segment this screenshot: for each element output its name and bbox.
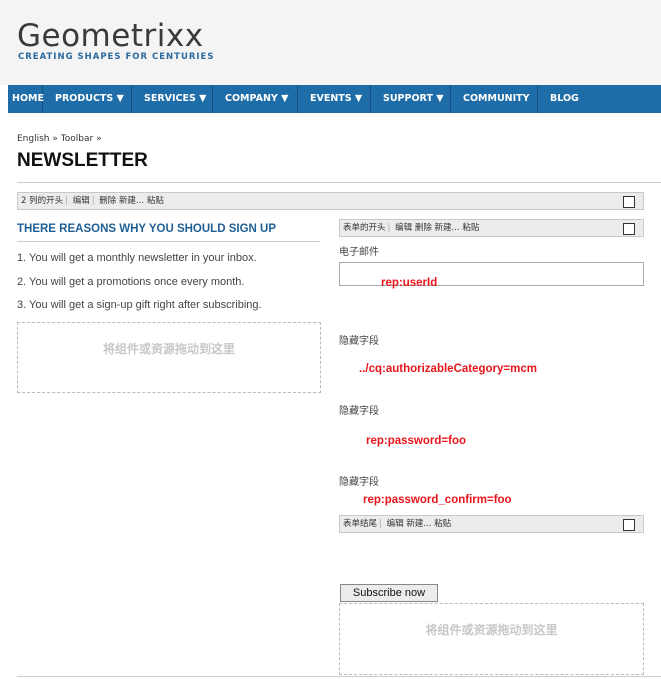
subscribe-button[interactable]: Subscribe now <box>340 584 438 602</box>
page-title: NEWSLETTER <box>17 150 148 171</box>
new-button[interactable]: 新建... <box>406 519 431 529</box>
site-logo[interactable]: Geometrixx <box>17 18 204 54</box>
reason-item: 3. You will get a sign-up gift right aft… <box>17 299 262 311</box>
nav-item-events[interactable]: EVENTS ▼ <box>298 85 371 113</box>
breadcrumb-item-english[interactable]: English <box>17 134 50 144</box>
nav-item-services[interactable]: SERVICES ▼ <box>132 85 213 113</box>
select-checkbox[interactable] <box>623 519 635 531</box>
breadcrumb: English » Toolbar » <box>17 134 102 144</box>
paste-button[interactable]: 粘贴 <box>147 196 164 206</box>
delete-button[interactable]: 删除 <box>415 223 432 233</box>
new-button[interactable]: 新建... <box>119 196 144 206</box>
form-end-edit-bar: 表单结尾 | 编辑 新建... 粘贴 <box>339 515 644 533</box>
reason-item: 1. You will get a monthly newsletter in … <box>17 252 257 264</box>
email-label: 电子邮件 <box>339 247 379 258</box>
select-checkbox[interactable] <box>623 223 635 235</box>
site-header: Geometrixx CREATING SHAPES FOR CENTURIES <box>0 0 661 85</box>
left-drop-zone[interactable]: 将组件或资源拖动到这里 <box>17 322 321 393</box>
main-nav: HOME PRODUCTS ▼ SERVICES ▼ COMPANY ▼ EVE… <box>8 85 661 113</box>
paste-button[interactable]: 粘贴 <box>462 223 479 233</box>
annotation-password: rep:password=foo <box>366 435 467 447</box>
select-checkbox[interactable] <box>623 196 635 208</box>
nav-item-company[interactable]: COMPANY ▼ <box>213 85 298 113</box>
reason-item: 2. You will get a promotions once every … <box>17 276 245 288</box>
nav-item-blog[interactable]: BLOG <box>538 85 598 113</box>
hidden-field-label: 隐藏字段 <box>339 336 379 347</box>
hidden-field-label: 隐藏字段 <box>339 477 379 488</box>
bottom-divider <box>17 676 661 677</box>
column-edit-bar: 2 列的开头 | 编辑 | 删除 新建... 粘贴 <box>17 192 644 210</box>
nav-item-home[interactable]: HOME <box>8 85 44 113</box>
annotation-userid: rep:userId <box>381 277 438 289</box>
form-bar-label: 表单的开头 <box>343 223 386 233</box>
form-end-label: 表单结尾 <box>343 519 378 529</box>
edit-button[interactable]: 编辑 <box>395 223 412 233</box>
breadcrumb-separator: » <box>96 134 102 144</box>
edit-button[interactable]: 编辑 <box>387 519 404 529</box>
new-button[interactable]: 新建... <box>435 223 460 233</box>
delete-button[interactable]: 删除 <box>99 196 116 206</box>
breadcrumb-separator: » <box>52 134 58 144</box>
site-tagline: CREATING SHAPES FOR CENTURIES <box>18 52 215 62</box>
reasons-heading: THERE REASONS WHY YOU SHOULD SIGN UP <box>17 223 276 235</box>
form-start-edit-bar: 表单的开头 | 编辑 删除 新建... 粘贴 <box>339 219 644 237</box>
right-drop-zone[interactable]: 将组件或资源拖动到这里 <box>339 603 644 675</box>
nav-item-support[interactable]: SUPPORT ▼ <box>371 85 451 113</box>
paste-button[interactable]: 粘贴 <box>434 519 451 529</box>
nav-item-products[interactable]: PRODUCTS ▼ <box>43 85 132 113</box>
heading-underline <box>17 241 320 242</box>
breadcrumb-item-toolbar[interactable]: Toolbar <box>61 134 93 144</box>
annotation-category: ../cq:authorizableCategory=mcm <box>359 363 537 375</box>
hidden-field-label: 隐藏字段 <box>339 406 379 417</box>
nav-item-community[interactable]: COMMUNITY <box>451 85 538 113</box>
title-divider <box>17 182 661 183</box>
edit-button[interactable]: 编辑 <box>73 196 90 206</box>
column-bar-label: 2 列的开头 <box>21 196 64 206</box>
annotation-password-confirm: rep:password_confirm=foo <box>363 494 512 506</box>
